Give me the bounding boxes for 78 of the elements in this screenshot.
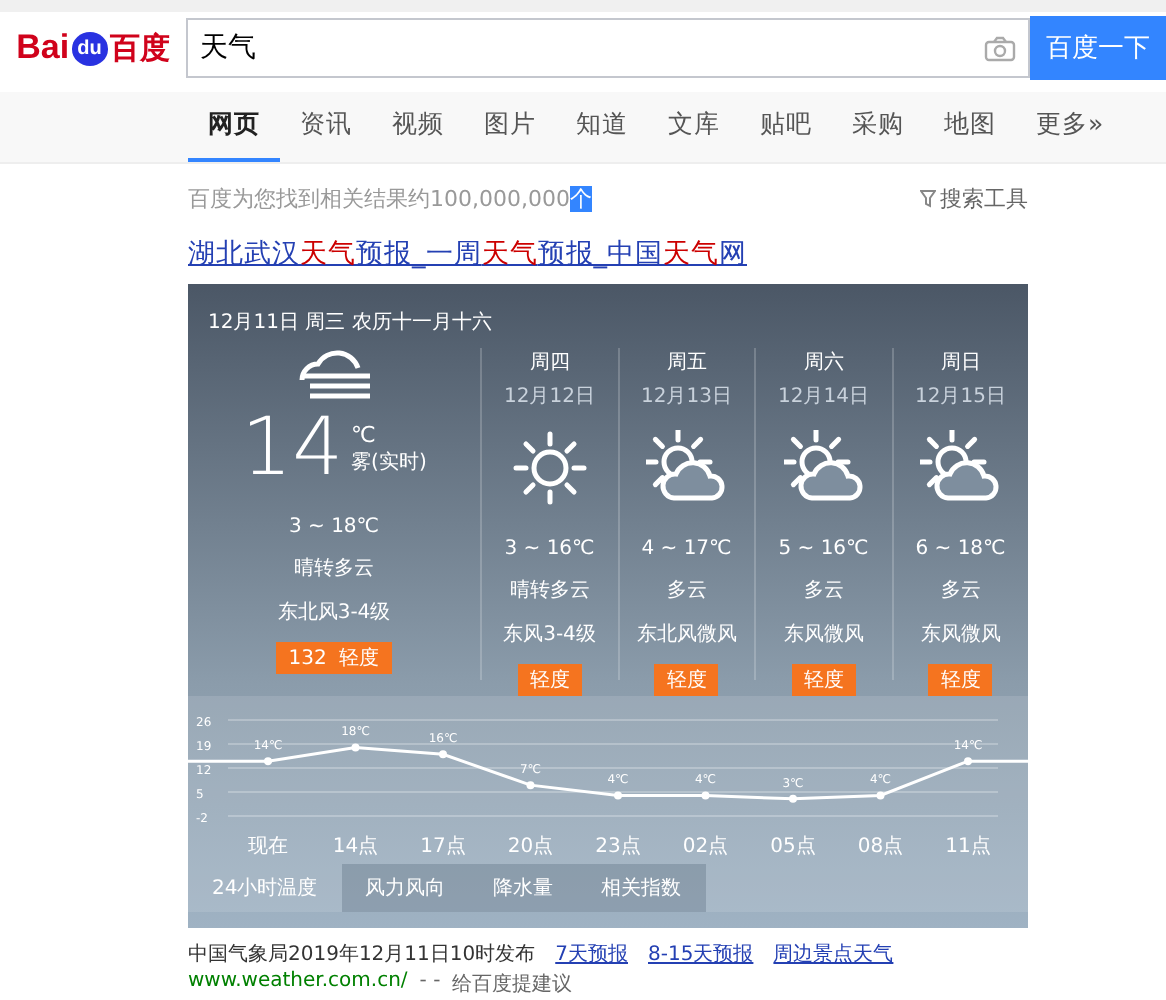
sun-cloud-icon: [646, 430, 727, 506]
forecast-link[interactable]: 7天预报: [555, 940, 628, 968]
data-point: [264, 757, 272, 766]
nav-tab[interactable]: 资讯: [280, 92, 372, 162]
day-name: 周日: [940, 350, 981, 376]
x-axis-label: 现在: [248, 836, 288, 858]
data-point: [964, 757, 972, 766]
air-quality-badge: 轻度: [791, 664, 856, 696]
day-date: 12月13日: [641, 384, 732, 410]
baidu-logo[interactable]: Bai du 百度: [0, 28, 186, 68]
forecast-text: 多云: [666, 578, 707, 604]
nav-tab[interactable]: 采购: [832, 92, 924, 162]
day-name: 周六: [803, 349, 844, 376]
nav-tab[interactable]: 文库: [648, 92, 740, 162]
temperature-range: 3 ~ 16℃: [504, 538, 595, 560]
separator-text: - -: [419, 970, 441, 996]
day-name: 周五: [666, 350, 707, 376]
source-text: 中国气象局2019年12月11日10时发布: [188, 941, 536, 968]
sun-cloud-icon: [783, 430, 864, 506]
unit-text: ℃: [351, 421, 378, 447]
nav-tab[interactable]: 更多»: [1016, 92, 1124, 162]
forecast-text: 晴转多云: [509, 577, 590, 604]
air-quality-badge: 轻度: [517, 664, 582, 696]
day-date: 12月12日: [504, 384, 595, 410]
data-point: [526, 781, 535, 790]
forecast-text: 多云: [940, 578, 981, 604]
forecast-text: 多云: [803, 578, 844, 604]
camera-icon[interactable]: [984, 35, 1016, 61]
air-quality-badge: 轻度: [654, 664, 719, 696]
forecast-link[interactable]: 8-15天预报: [648, 940, 754, 968]
temperature-range: 3 ~ 18℃: [288, 516, 380, 538]
search-tools-link[interactable]: 搜索工具: [940, 183, 1028, 213]
x-axis-label: 23点: [595, 836, 641, 858]
data-point: [351, 743, 360, 752]
wind-text: 东北风微风: [636, 621, 737, 648]
nav-tab[interactable]: 贴吧: [740, 92, 832, 162]
date-text: 12月11日 周三 农历十一月十六: [206, 309, 494, 338]
filter-icon[interactable]: [920, 189, 936, 207]
temperature-range: 6 ~ 18℃: [915, 538, 1006, 560]
day-name: 周四: [529, 350, 570, 376]
wind-text: 东风微风: [783, 621, 864, 648]
air-quality-badge: 轻度: [928, 664, 993, 696]
x-axis-label: 17点: [420, 836, 466, 858]
data-point: [789, 794, 797, 803]
wind-text: 东北风3-4级: [277, 599, 391, 626]
x-axis-label: 08点: [857, 836, 904, 858]
data-point: [614, 791, 622, 800]
wind-text: 东风3-4级: [503, 621, 596, 648]
nav-tab[interactable]: 视频: [372, 92, 464, 162]
day-date: 12月15日: [915, 384, 1006, 410]
search-button[interactable]: 百度一下: [1030, 16, 1166, 80]
x-axis-label: 14点: [332, 836, 379, 858]
search-field[interactable]: 天气: [186, 18, 1030, 78]
day-date: 12月14日: [778, 384, 869, 410]
forecast-link[interactable]: 周边景点天气: [773, 940, 894, 968]
wind-text: 东风微风: [920, 621, 1001, 648]
sun-cloud-icon: [920, 430, 1001, 506]
nav-tab[interactable]: 网页: [188, 92, 280, 162]
data-point: [876, 791, 885, 800]
result-count: 百度为您找到相关结果约100,000,000个: [188, 183, 592, 213]
air-quality-badge: 132 轻度: [276, 642, 392, 674]
x-axis-label: 20点: [507, 836, 554, 858]
temperature-range: 5 ~ 16℃: [778, 538, 869, 560]
temperature-range: 4 ~ 17℃: [641, 538, 732, 560]
url-text: www.weather.com.cn/: [188, 970, 408, 996]
x-axis-label: 05点: [770, 836, 816, 858]
forecast-text: 晴转多云: [294, 555, 374, 582]
nav-tab[interactable]: 知道: [556, 92, 648, 162]
nav-tab[interactable]: 图片: [464, 92, 556, 162]
data-point: [701, 791, 710, 800]
data-point: [439, 750, 447, 759]
current-temperature: 14: [241, 408, 344, 488]
condition-text: 雾(实时): [351, 449, 427, 475]
nav-tab[interactable]: 地图: [924, 92, 1016, 162]
sun-icon: [511, 430, 588, 506]
x-axis-label: 02点: [682, 836, 729, 858]
feedback-link[interactable]: 给百度提建议: [452, 970, 573, 998]
x-axis-label: 11点: [945, 836, 991, 858]
